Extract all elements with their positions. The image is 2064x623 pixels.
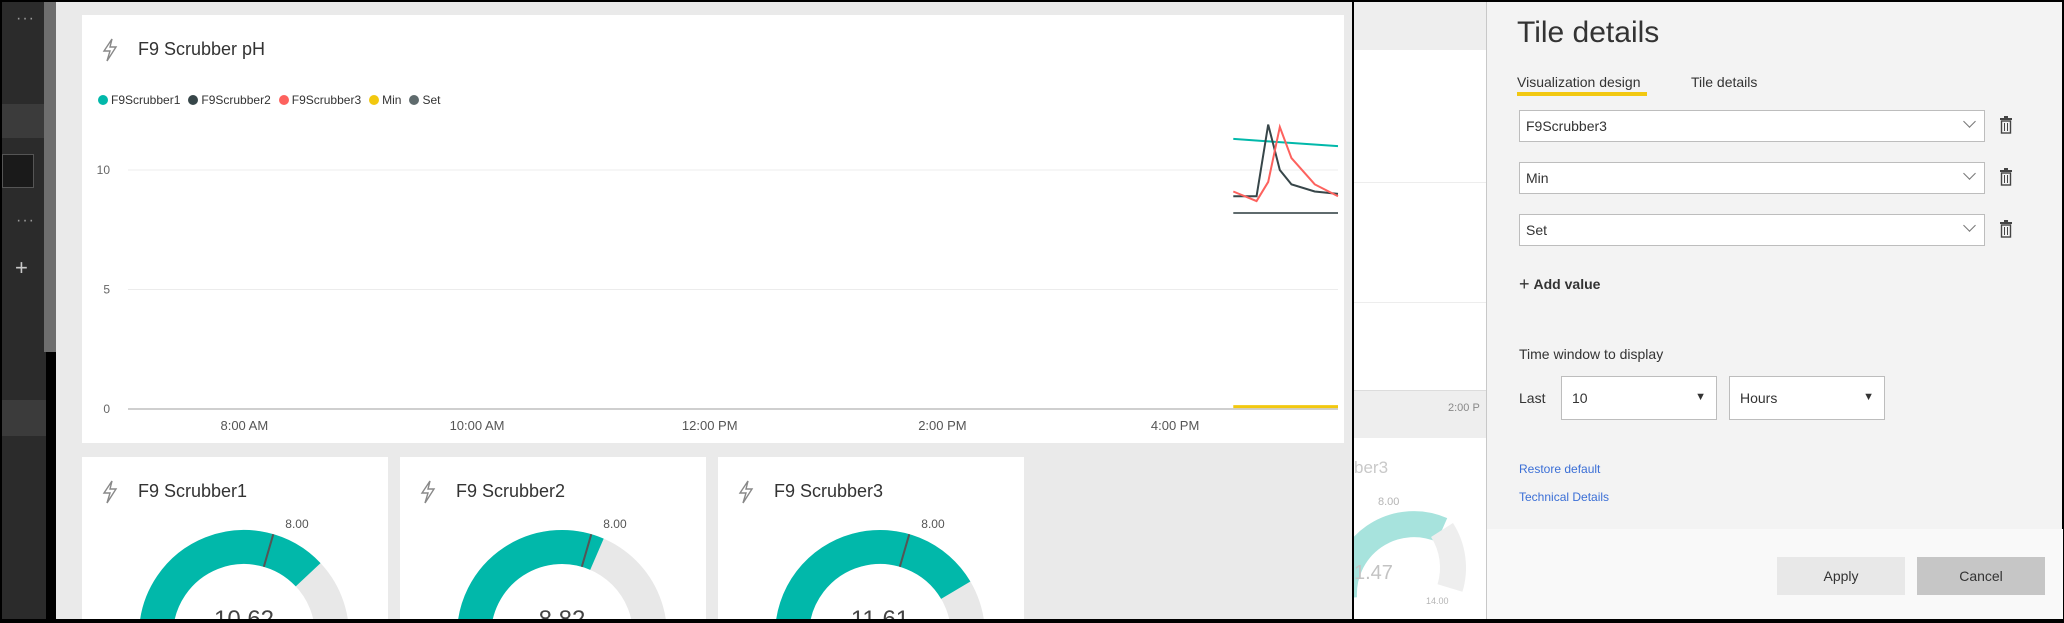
technical-details-link[interactable]: Technical Details: [1519, 490, 1609, 504]
more-icon[interactable]: ···: [16, 10, 35, 28]
nav-item-bottom[interactable]: [2, 400, 46, 436]
nav-scrollbar[interactable]: [44, 2, 56, 352]
gauge-value: 10.62: [214, 606, 274, 619]
restore-default-link[interactable]: Restore default: [1519, 462, 1600, 476]
value-select-3[interactable]: Set: [1519, 214, 1985, 246]
gauge-value: 8.82: [539, 606, 586, 619]
nav-item-selected[interactable]: [2, 154, 34, 188]
add-value-label: Add value: [1533, 276, 1601, 292]
y-tick-label: 0: [103, 402, 110, 416]
background-gauge: [1354, 511, 1466, 598]
value-select-1[interactable]: F9Scrubber3: [1519, 110, 1985, 142]
gauge-target-label: 8.00: [921, 517, 945, 531]
cancel-button[interactable]: Cancel: [1917, 557, 2045, 595]
time-amount-value: 10: [1572, 390, 1588, 406]
chevron-down-icon: [1963, 167, 1976, 180]
background-gauge-tile: ber3 8.00 1.47 14.00: [1354, 438, 1486, 619]
time-unit-select[interactable]: Hours ▼: [1729, 376, 1885, 420]
x-tick-label: 4:00 PM: [1151, 418, 1199, 433]
ph-line-chart: 0 5 10 8:00 AM 10:00 AM 12:00 PM 2:00 PM 4:00 P…: [97, 123, 1339, 433]
tab-tile-details[interactable]: Tile details: [1691, 74, 1757, 90]
time-amount-select[interactable]: 10 ▼: [1561, 376, 1717, 420]
value-select-2[interactable]: Min: [1519, 162, 1985, 194]
nav-item-highlight[interactable]: [2, 104, 46, 138]
time-window-label: Time window to display: [1519, 346, 1664, 362]
apply-button[interactable]: Apply: [1777, 557, 1905, 595]
last-label: Last: [1519, 390, 1546, 406]
gauge-chart: 8.00 8.82: [458, 517, 666, 619]
x-tick-label: 12:00 PM: [682, 418, 738, 433]
x-tick-label: 8:00 AM: [220, 418, 268, 433]
background-gauge-max: 14.00: [1426, 596, 1449, 606]
background-gauge-value: 1.47: [1354, 562, 1393, 584]
gauge-chart: 8.00 11.61: [776, 517, 984, 619]
delete-icon[interactable]: [1999, 168, 2013, 186]
chevron-down-icon: [1963, 219, 1976, 232]
app-nav: ··· ··· +: [2, 2, 46, 619]
value-select-3-label: Set: [1526, 222, 1548, 238]
y-tick-label: 5: [103, 283, 110, 297]
add-value-button[interactable]: + Add value: [1519, 274, 1600, 295]
add-icon[interactable]: +: [15, 257, 28, 279]
time-unit-value: Hours: [1740, 390, 1778, 406]
gauge-tile[interactable]: F9 Scrubber38.0011.61: [718, 457, 1024, 619]
dashboard-canvas: F9 Scrubber pH F9Scrubber1 F9Scrubber2 F9S…: [56, 2, 1352, 619]
delete-icon[interactable]: [1999, 116, 2013, 134]
x-tick-label: 10:00 AM: [450, 418, 505, 433]
active-tab-indicator: [1517, 92, 1647, 96]
background-x-tick: 2:00 P: [1448, 402, 1480, 414]
gauge-target-label: 8.00: [285, 517, 309, 531]
gauge-chart: 8.00 10.62: [140, 517, 348, 619]
pane-title: Tile details: [1517, 16, 1660, 49]
pane-footer: Apply Cancel: [1487, 529, 2063, 619]
plus-icon: +: [1519, 274, 1530, 294]
value-select-1-label: F9Scrubber3: [1526, 118, 1607, 134]
gauge-target-label: 8.00: [603, 517, 627, 531]
caret-down-icon: ▼: [1695, 391, 1706, 403]
panel-divider: [1352, 2, 1354, 619]
more-icon-2[interactable]: ···: [16, 212, 35, 230]
caret-down-icon: ▼: [1863, 391, 1874, 403]
value-select-2-label: Min: [1526, 170, 1549, 186]
background-gauge-target: 8.00: [1378, 496, 1400, 508]
gauge-tile[interactable]: F9 Scrubber28.008.82: [400, 457, 706, 619]
tab-visualization-design[interactable]: Visualization design: [1517, 74, 1641, 90]
x-tick-label: 2:00 PM: [918, 418, 966, 433]
background-dashboard-edge: 2:00 P ber3 8.00 1.47 14.00: [1354, 2, 1486, 619]
series-line-f9scrubber3: [1232, 123, 1339, 203]
background-chart-tile: 2:00 P: [1354, 50, 1486, 414]
gauge-tile[interactable]: F9 Scrubber18.0010.62: [82, 457, 388, 619]
series-line-f9scrubber2: [1233, 124, 1339, 198]
chevron-down-icon: [1963, 115, 1976, 128]
ph-chart-tile[interactable]: F9 Scrubber pH F9Scrubber1 F9Scrubber2 F9S…: [82, 15, 1344, 443]
gauge-value: 11.61: [851, 606, 909, 619]
y-tick-label: 10: [97, 163, 111, 177]
tile-details-pane: Tile details Visualization design Tile d…: [1486, 2, 2063, 619]
delete-icon[interactable]: [1999, 220, 2013, 238]
